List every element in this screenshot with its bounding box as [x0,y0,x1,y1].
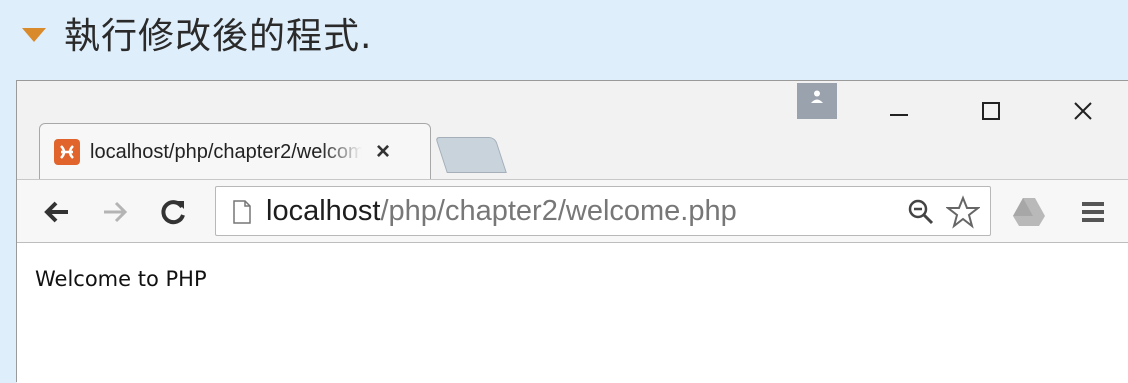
address-bar[interactable]: localhost/php/chapter2/welcome.php [215,186,991,236]
heading-text: 執行修改後的程式. [64,16,373,57]
page-content: Welcome to PHP [17,243,1128,383]
back-button[interactable] [37,192,77,232]
maximize-icon [982,102,1000,120]
new-tab-button[interactable] [435,137,507,173]
star-icon[interactable] [946,195,980,229]
page-icon [233,200,251,224]
minimize-icon [890,114,908,116]
browser-window: localhost/php/chapter2/welcome.php × [16,80,1128,383]
page-body-text: Welcome to PHP [35,267,207,291]
profile-button[interactable] [797,83,837,119]
drive-icon[interactable] [1011,196,1047,228]
maximize-button[interactable] [961,91,1021,131]
tab-close-button[interactable]: × [376,138,390,166]
minimize-button[interactable] [869,91,929,131]
bullet-triangle-icon [22,28,46,42]
browser-toolbar: localhost/php/chapter2/welcome.php [17,179,1128,243]
url-host: localhost [266,195,381,227]
xampp-icon [54,139,80,165]
url-path: /php/chapter2/welcome.php [380,195,737,227]
forward-button[interactable] [95,192,135,232]
close-window-button[interactable] [1053,91,1113,131]
person-icon [811,90,823,103]
reload-icon [161,200,185,225]
browser-tab[interactable]: localhost/php/chapter2/welcome.php × [39,123,431,179]
forward-arrow-icon [104,201,128,223]
tab-title: localhost/php/chapter2/welcome.php [90,140,362,163]
url-text: localhost/php/chapter2/welcome.php [266,195,737,228]
title-bar: localhost/php/chapter2/welcome.php × [17,81,1128,181]
slide-heading: 執行修改後的程式. [22,8,372,58]
menu-icon[interactable] [1079,198,1107,226]
reload-button[interactable] [153,192,193,232]
zoom-icon[interactable] [906,197,936,227]
back-arrow-icon [44,201,68,223]
close-icon [1074,102,1092,120]
